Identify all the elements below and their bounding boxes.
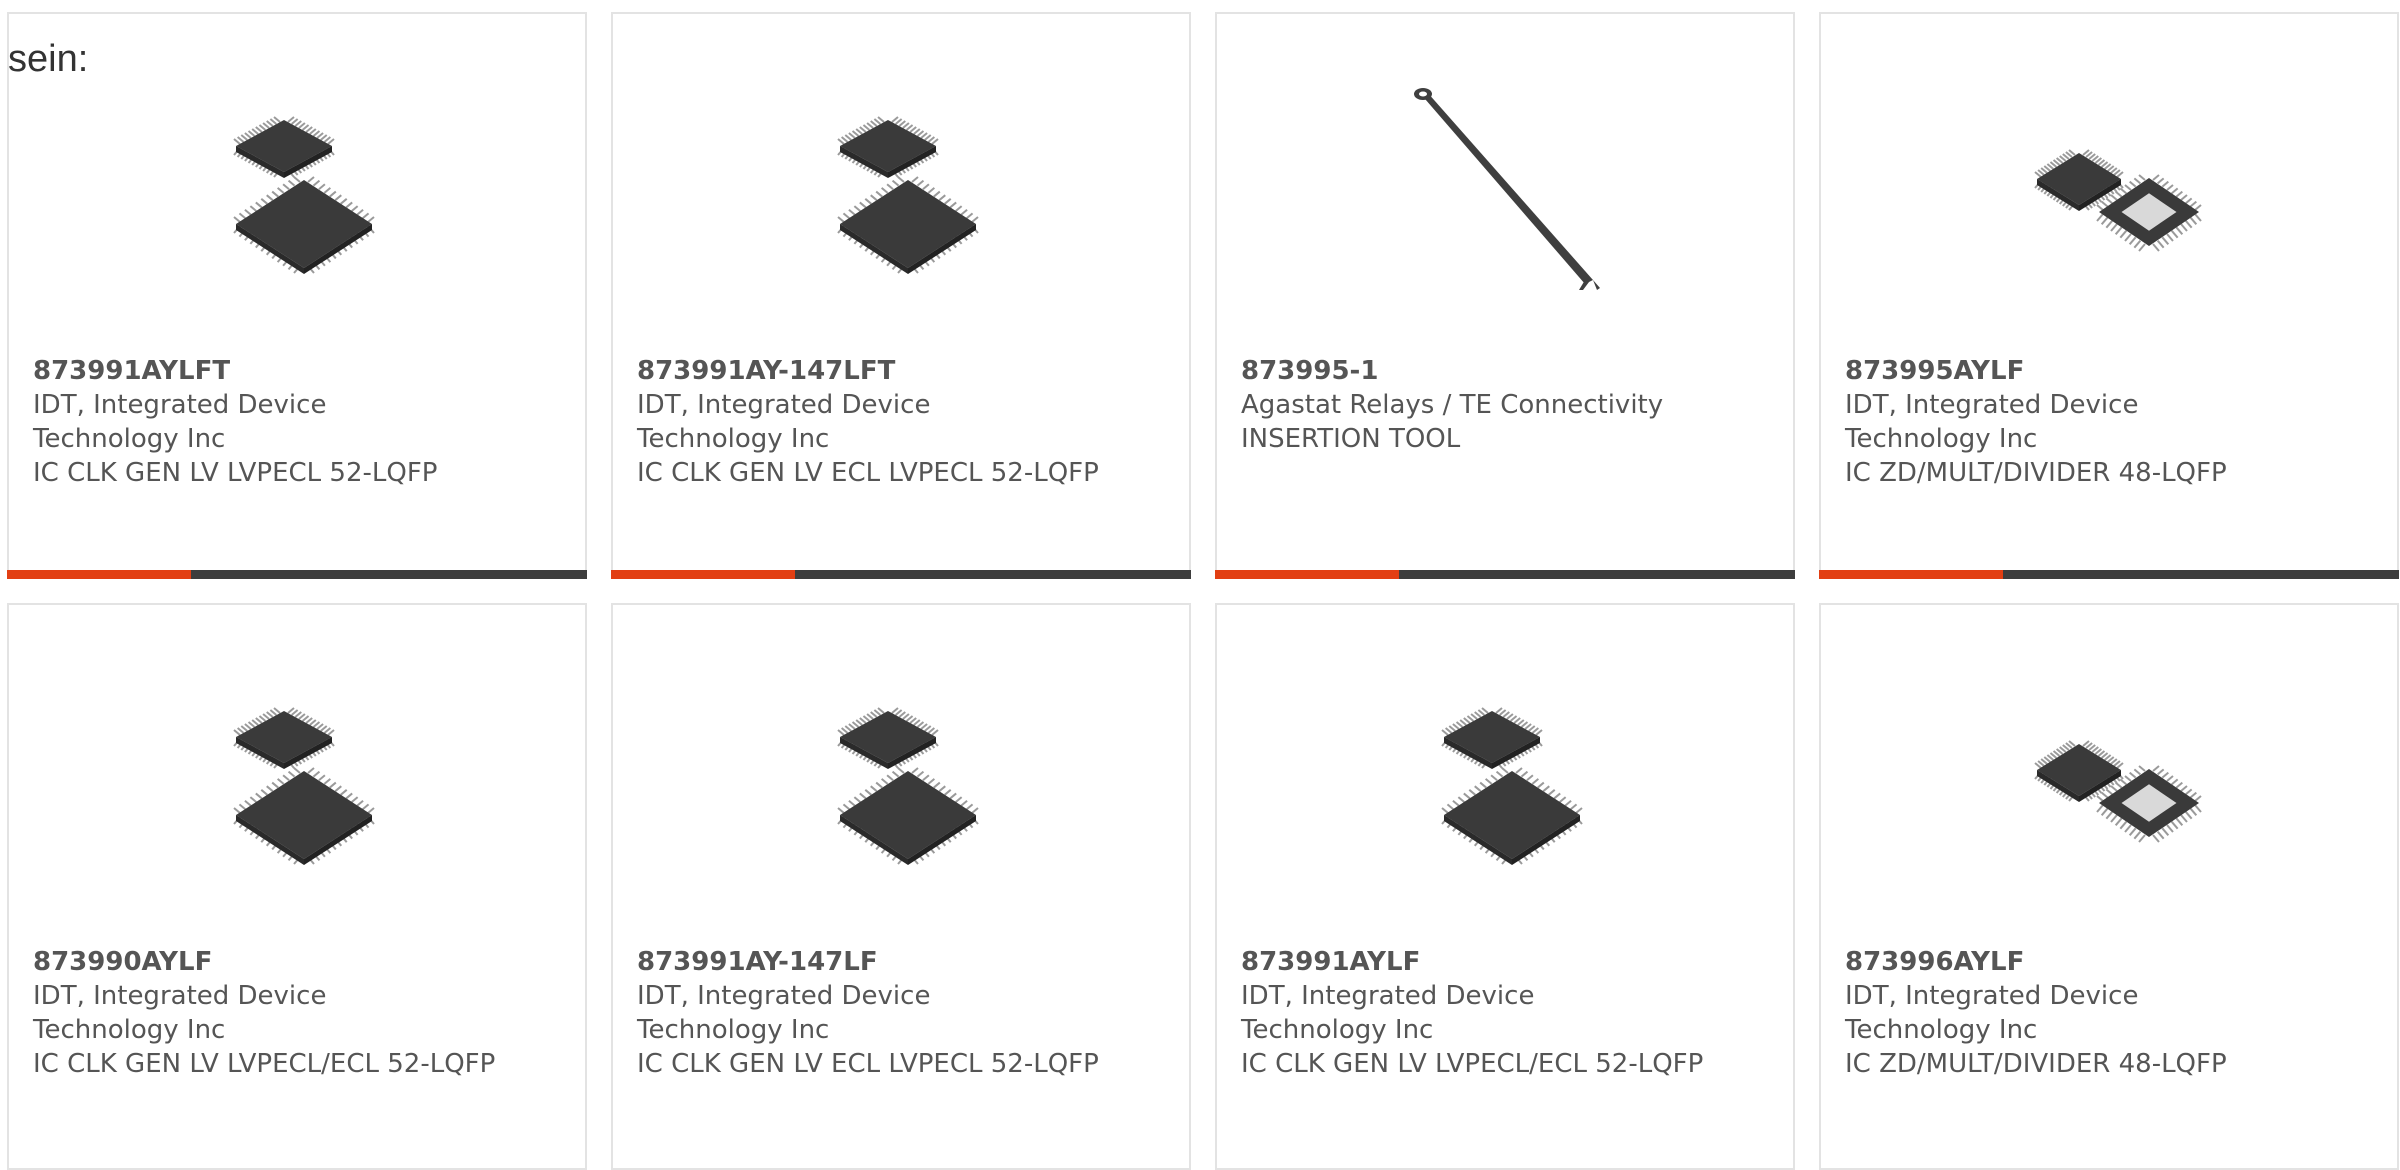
manufacturer-name: IDT, Integrated Device xyxy=(637,981,931,1011)
product-card[interactable]: 873991AYLFT IDT, Integrated Device Techn… xyxy=(7,12,587,579)
manufacturer-name-cont: Technology Inc xyxy=(1241,1015,1434,1045)
product-card[interactable]: 873991AY-147LF IDT, Integrated Device Te… xyxy=(611,603,1191,1170)
product-info: 873995-1 Agastat Relays / TE Connectivit… xyxy=(1241,354,1711,456)
product-description: IC ZD/MULT/DIVIDER 48-LQFP xyxy=(1845,458,2227,488)
part-number-link[interactable]: 873995AYLF xyxy=(1845,354,2315,388)
product-card[interactable]: 873996AYLF IDT, Integrated Device Techno… xyxy=(1819,603,2399,1170)
product-image[interactable] xyxy=(793,675,1013,895)
product-description: IC CLK GEN LV LVPECL/ECL 52-LQFP xyxy=(1241,1049,1704,1079)
card-accent-bar xyxy=(1819,570,2003,579)
manufacturer-name-cont: Technology Inc xyxy=(1845,424,2038,454)
product-description: IC CLK GEN LV ECL LVPECL 52-LQFP xyxy=(637,1049,1099,1079)
card-footer-bar xyxy=(1215,570,1795,579)
product-image[interactable] xyxy=(2001,84,2221,304)
product-image[interactable] xyxy=(1397,675,1617,895)
product-info: 873991AY-147LFT IDT, Integrated Device T… xyxy=(637,354,1107,490)
part-number-link[interactable]: 873991AY-147LFT xyxy=(637,354,1107,388)
product-image[interactable] xyxy=(793,84,1013,304)
product-card[interactable]: 873991AYLF IDT, Integrated Device Techno… xyxy=(1215,603,1795,1170)
product-image[interactable] xyxy=(1397,84,1617,304)
card-footer-bar xyxy=(611,570,1191,579)
manufacturer-name: IDT, Integrated Device xyxy=(1241,981,1535,1011)
page-heading: sein: xyxy=(8,38,89,80)
card-accent-bar xyxy=(7,570,191,579)
product-info: 873991AYLF IDT, Integrated Device Techno… xyxy=(1241,945,1711,1081)
part-number-link[interactable]: 873991AYLF xyxy=(1241,945,1711,979)
manufacturer-name: IDT, Integrated Device xyxy=(1845,981,2139,1011)
part-number-link[interactable]: 873991AY-147LF xyxy=(637,945,1107,979)
manufacturer-name: IDT, Integrated Device xyxy=(33,981,327,1011)
product-description: IC CLK GEN LV ECL LVPECL 52-LQFP xyxy=(637,458,1099,488)
card-footer-bar xyxy=(7,570,587,579)
manufacturer-name: Agastat Relays / TE Connectivity xyxy=(1241,390,1664,420)
card-accent-bar xyxy=(1215,570,1399,579)
product-info: 873995AYLF IDT, Integrated Device Techno… xyxy=(1845,354,2315,490)
product-image[interactable] xyxy=(2001,675,2221,895)
manufacturer-name-cont: Technology Inc xyxy=(33,1015,226,1045)
product-card[interactable]: 873995AYLF IDT, Integrated Device Techno… xyxy=(1819,12,2399,579)
product-grid: 873991AYLFT IDT, Integrated Device Techn… xyxy=(7,12,2400,1170)
part-number-link[interactable]: 873996AYLF xyxy=(1845,945,2315,979)
manufacturer-name: IDT, Integrated Device xyxy=(1845,390,2139,420)
product-description: IC CLK GEN LV LVPECL 52-LQFP xyxy=(33,458,438,488)
product-info: 873990AYLF IDT, Integrated Device Techno… xyxy=(33,945,503,1081)
manufacturer-name-cont: Technology Inc xyxy=(33,424,226,454)
product-image[interactable] xyxy=(189,675,409,895)
manufacturer-name-cont: Technology Inc xyxy=(637,424,830,454)
part-number-link[interactable]: 873995-1 xyxy=(1241,354,1711,388)
product-card[interactable]: 873990AYLF IDT, Integrated Device Techno… xyxy=(7,603,587,1170)
manufacturer-name-cont: Technology Inc xyxy=(1845,1015,2038,1045)
product-card[interactable]: 873991AY-147LFT IDT, Integrated Device T… xyxy=(611,12,1191,579)
product-description: IC CLK GEN LV LVPECL/ECL 52-LQFP xyxy=(33,1049,496,1079)
part-number-link[interactable]: 873990AYLF xyxy=(33,945,503,979)
product-card[interactable]: 873995-1 Agastat Relays / TE Connectivit… xyxy=(1215,12,1795,579)
card-footer-bar xyxy=(1819,570,2399,579)
product-description: INSERTION TOOL xyxy=(1241,424,1461,454)
product-description: IC ZD/MULT/DIVIDER 48-LQFP xyxy=(1845,1049,2227,1079)
manufacturer-name-cont: Technology Inc xyxy=(637,1015,830,1045)
product-info: 873991AYLFT IDT, Integrated Device Techn… xyxy=(33,354,503,490)
manufacturer-name: IDT, Integrated Device xyxy=(637,390,931,420)
card-accent-bar xyxy=(611,570,795,579)
product-image[interactable] xyxy=(189,84,409,304)
part-number-link[interactable]: 873991AYLFT xyxy=(33,354,503,388)
product-info: 873991AY-147LF IDT, Integrated Device Te… xyxy=(637,945,1107,1081)
product-info: 873996AYLF IDT, Integrated Device Techno… xyxy=(1845,945,2315,1081)
manufacturer-name: IDT, Integrated Device xyxy=(33,390,327,420)
